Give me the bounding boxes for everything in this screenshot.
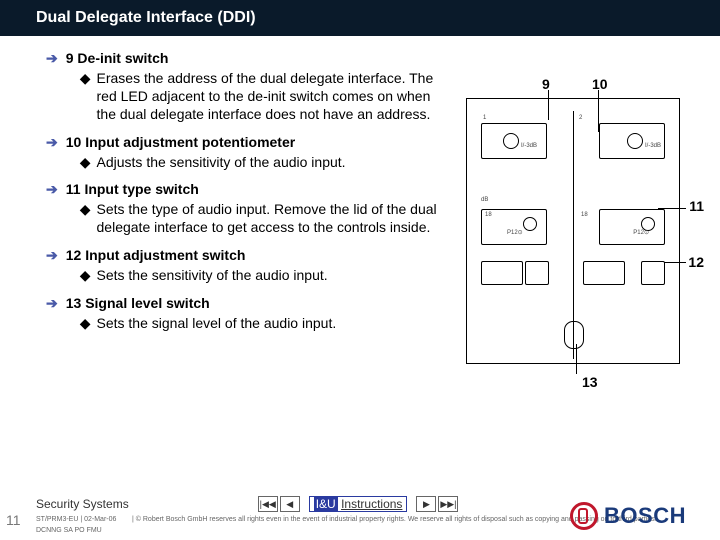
callout-10: 10 <box>592 76 608 92</box>
item-name: Signal level switch <box>85 295 210 311</box>
nav-next-icon[interactable]: ▶ <box>416 496 436 512</box>
knob-icon <box>503 133 519 149</box>
footer-left: Security Systems <box>36 497 129 511</box>
page-number: 11 <box>6 512 21 528</box>
bullet-arrow-icon: ➔ <box>46 134 58 172</box>
iu-prefix: I&U <box>314 497 338 511</box>
switch-right-a <box>583 261 625 285</box>
item-desc: Sets the signal level of the audio input… <box>97 315 337 333</box>
knob-icon <box>627 133 643 149</box>
footer-code2: DCNNG SA PO FMU <box>36 527 126 534</box>
item-desc: Sets the type of audio input. Remove the… <box>97 201 446 237</box>
nav-controls: |◀◀ ◀ <box>257 496 301 512</box>
nav-prev-icon[interactable]: ◀ <box>280 496 300 512</box>
switch-left-b <box>525 261 549 285</box>
switch-left-a <box>481 261 523 285</box>
bullet-dot-icon: ◆ <box>80 201 91 237</box>
bullet-dot-icon: ◆ <box>80 267 91 285</box>
footer-code1: ST/PRM3-EU | 02-Mar-06 <box>36 516 126 523</box>
callout-11: 11 <box>689 198 704 214</box>
item-num: 12 <box>66 247 82 263</box>
page-title: Dual Delegate Interface (DDI) <box>36 9 256 27</box>
iu-link[interactable]: Instructions <box>341 497 402 511</box>
diagram-outline: I/-3dB I/-3dB 1 2 dB P12⊙ P12⊙ 18 18 <box>466 98 680 364</box>
item-num: 11 <box>66 181 81 197</box>
bullet-arrow-icon: ➔ <box>46 181 58 237</box>
deinit-switch-icon <box>564 321 584 349</box>
item-name: De-init switch <box>77 50 168 66</box>
bullet-dot-icon: ◆ <box>80 315 91 333</box>
brand-logo: BOSCH <box>570 502 686 530</box>
device-diagram: I/-3dB I/-3dB 1 2 dB P12⊙ P12⊙ 18 18 9 1… <box>462 86 682 366</box>
title-bar: Dual Delegate Interface (DDI) <box>0 0 720 36</box>
bosch-ring-icon <box>570 502 598 530</box>
item-desc: Adjusts the sensitivity of the audio inp… <box>97 154 346 172</box>
item-desc: Erases the address of the dual delegate … <box>97 70 446 124</box>
bullet-arrow-icon: ➔ <box>46 295 58 333</box>
bullet-arrow-icon: ➔ <box>46 50 58 124</box>
switch-right-b <box>641 261 665 285</box>
nav-last-icon[interactable]: ▶▶| <box>438 496 458 512</box>
brand-text: BOSCH <box>604 503 686 529</box>
pot-icon <box>523 217 537 231</box>
item-num: 9 <box>66 50 74 66</box>
callout-12: 12 <box>688 254 704 270</box>
bullet-dot-icon: ◆ <box>80 70 91 124</box>
item-desc: Sets the sensitivity of the audio input. <box>97 267 328 285</box>
bullet-dot-icon: ◆ <box>80 154 91 172</box>
content-area: ➔ 9 De-init switch ◆Erases the address o… <box>0 36 720 333</box>
item-name: Input adjustment potentiometer <box>85 134 295 150</box>
item-name: Input type switch <box>84 181 198 197</box>
callout-13: 13 <box>582 374 598 390</box>
item-num: 10 <box>66 134 82 150</box>
bullet-arrow-icon: ➔ <box>46 247 58 285</box>
item-name: Input adjustment switch <box>85 247 245 263</box>
item-num: 13 <box>66 295 82 311</box>
chip-pot-right <box>599 209 665 245</box>
nav-first-icon[interactable]: |◀◀ <box>258 496 278 512</box>
